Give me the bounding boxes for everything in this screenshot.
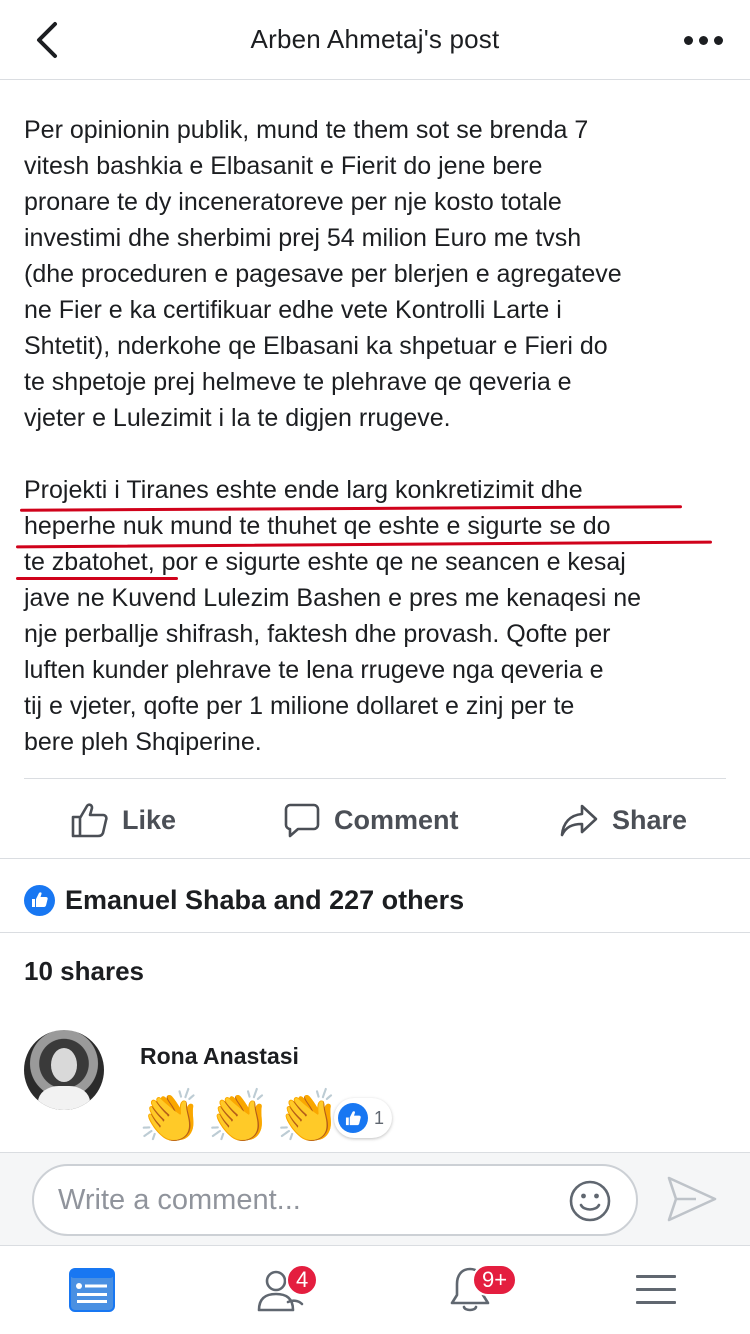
comment-label: Comment xyxy=(334,804,459,835)
comment-reaction-count[interactable]: 1 xyxy=(334,1098,393,1138)
clapping-hands-emoji: 👏 xyxy=(275,1088,341,1146)
hamburger-menu-icon xyxy=(636,1275,676,1304)
more-dot-icon xyxy=(698,35,708,45)
share-label: Share xyxy=(612,804,688,835)
tab-news-feed[interactable] xyxy=(62,1260,122,1320)
like-label: Like xyxy=(122,804,177,835)
comment-content: 👏 👏 👏 xyxy=(138,1085,340,1149)
clapping-hands-emoji: 👏 xyxy=(206,1088,272,1146)
red-underline-annotation xyxy=(16,577,178,580)
post-body: Per opinionin publik, mund te them sot s… xyxy=(24,112,734,760)
news-feed-icon xyxy=(69,1268,115,1312)
divider xyxy=(0,932,750,933)
more-options-button[interactable] xyxy=(678,20,728,60)
like-reaction-icon xyxy=(338,1103,368,1133)
share-button[interactable]: Share xyxy=(560,782,687,858)
reactions-summary[interactable]: Emanuel Shaba and 227 others xyxy=(24,880,464,920)
clapping-hands-emoji: 👏 xyxy=(138,1088,203,1146)
comment-button[interactable]: Comment xyxy=(284,782,459,858)
comment-bubble-icon xyxy=(284,803,320,838)
page-title: Arben Ahmetaj's post xyxy=(250,24,500,54)
avatar-face xyxy=(51,1048,77,1082)
divider xyxy=(0,858,750,859)
comment-input[interactable] xyxy=(58,1180,558,1220)
more-dot-icon xyxy=(683,35,693,45)
post-action-bar: Like Comment Share xyxy=(0,782,750,858)
post-paragraph: Per opinionin publik, mund te them sot s… xyxy=(24,116,622,432)
shares-count[interactable]: 10 shares xyxy=(24,956,144,987)
smiley-icon[interactable] xyxy=(568,1179,612,1223)
notifications-badge: 9+ xyxy=(472,1264,518,1296)
comment-input-wrapper xyxy=(32,1164,638,1236)
friend-requests-badge: 4 xyxy=(286,1264,319,1296)
comment-author[interactable]: Rona Anastasi xyxy=(140,1043,299,1070)
post-paragraph: Projekti i Tiranes eshte ende larg konkr… xyxy=(24,476,642,756)
comment-like-count: 1 xyxy=(374,1107,385,1128)
share-arrow-icon xyxy=(560,804,598,837)
avatar[interactable] xyxy=(24,1030,104,1110)
more-dot-icon xyxy=(713,35,723,45)
avatar-body xyxy=(38,1086,90,1110)
like-reaction-icon xyxy=(24,884,55,916)
thumbs-up-icon xyxy=(71,803,108,838)
bottom-tab-bar: 4 9+ xyxy=(0,1246,750,1334)
tab-menu[interactable] xyxy=(626,1260,686,1320)
like-button[interactable]: Like xyxy=(70,782,176,858)
divider xyxy=(24,778,726,779)
send-icon[interactable] xyxy=(666,1174,718,1224)
reactions-summary-text: Emanuel Shaba and 227 others xyxy=(65,884,465,915)
top-nav-bar: Arben Ahmetaj's post xyxy=(0,0,750,80)
